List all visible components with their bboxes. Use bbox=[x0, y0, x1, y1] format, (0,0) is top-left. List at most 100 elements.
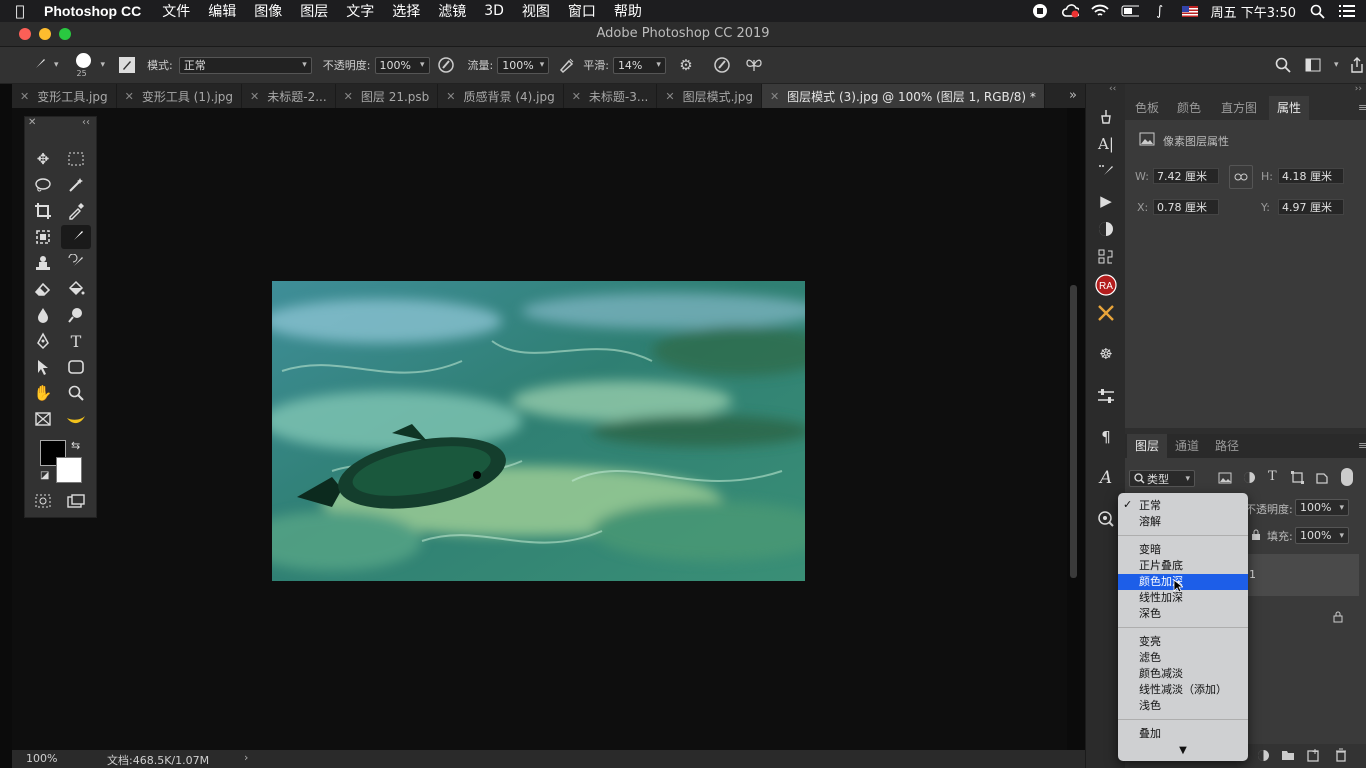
plugin-tools-cross-icon[interactable] bbox=[1093, 301, 1119, 325]
brush-size-picker[interactable]: 25 bbox=[73, 49, 97, 81]
type-tool-icon[interactable]: T bbox=[63, 330, 89, 352]
character-panel-icon[interactable]: A| bbox=[1093, 132, 1119, 156]
frame-tool-icon[interactable] bbox=[30, 226, 56, 248]
paint-bucket-tool-icon[interactable] bbox=[63, 278, 89, 300]
close-icon[interactable]: ✕ bbox=[446, 90, 455, 103]
screen-mode-icon[interactable] bbox=[63, 490, 89, 512]
document-tab[interactable]: ✕ 质感背景 (4).jpg bbox=[438, 84, 564, 108]
blend-option-normal[interactable]: 正常 bbox=[1118, 498, 1248, 514]
chevron-down-icon[interactable]: ▾ bbox=[101, 60, 106, 70]
pressure-size-icon[interactable] bbox=[710, 53, 734, 77]
status-menu-arrow-icon[interactable]: › bbox=[244, 751, 248, 764]
filter-shape-icon[interactable] bbox=[1291, 471, 1304, 487]
vertical-scrollbar[interactable] bbox=[1070, 285, 1077, 578]
glyphs-icon[interactable]: A bbox=[1093, 466, 1119, 490]
panel-menu-icon[interactable]: ≡ bbox=[1358, 101, 1366, 114]
blur-tool-icon[interactable] bbox=[30, 304, 56, 326]
adjustments-icon[interactable] bbox=[1093, 217, 1119, 241]
menu-select[interactable]: 选择 bbox=[383, 1, 429, 21]
document-tab-active[interactable]: ✕ 图层模式 (3).jpg @ 100% (图层 1, RGB/8) * bbox=[761, 84, 1045, 108]
collapse-icon[interactable]: ‹‹ bbox=[82, 117, 90, 128]
zoom-tool-icon[interactable] bbox=[63, 382, 89, 404]
menu-view[interactable]: 视图 bbox=[513, 1, 559, 21]
close-icon[interactable]: ✕ bbox=[28, 117, 36, 128]
menu-edit[interactable]: 编辑 bbox=[199, 1, 245, 21]
layer-filter-select[interactable]: 类型 ▾ bbox=[1129, 470, 1195, 487]
blend-option-multiply[interactable]: 正片叠底 bbox=[1118, 558, 1248, 574]
filter-type-icon[interactable]: T bbox=[1268, 469, 1277, 484]
close-icon[interactable]: ✕ bbox=[20, 90, 29, 103]
mode-select[interactable]: 正常 ▾ bbox=[178, 56, 312, 74]
zoom-level[interactable]: 100% bbox=[26, 752, 57, 765]
tab-properties[interactable]: 属性 bbox=[1269, 96, 1310, 120]
width-field[interactable]: 7.42 厘米 bbox=[1153, 168, 1219, 184]
document-tab[interactable]: ✕ 图层模式.jpg bbox=[657, 84, 762, 108]
tab-color[interactable]: 颜色 bbox=[1169, 96, 1209, 120]
document-tab[interactable]: ✕ 变形工具.jpg bbox=[12, 84, 117, 108]
symmetry-butterfly-icon[interactable] bbox=[742, 53, 766, 77]
blend-option-lighten[interactable]: 变亮 bbox=[1118, 634, 1248, 650]
share-icon[interactable] bbox=[1345, 53, 1366, 77]
history-icon[interactable] bbox=[1093, 245, 1119, 269]
tab-overflow-icon[interactable]: » bbox=[1069, 88, 1077, 103]
blend-option-darken[interactable]: 变暗 bbox=[1118, 542, 1248, 558]
collapse-icon[interactable]: ‹‹ bbox=[1109, 84, 1116, 94]
filter-adjustment-icon[interactable] bbox=[1243, 471, 1256, 487]
notification-center-icon[interactable] bbox=[1338, 4, 1356, 18]
apple-menu-icon[interactable]:  bbox=[0, 2, 40, 20]
height-field[interactable]: 4.18 厘米 bbox=[1278, 168, 1344, 184]
eraser-tool-icon[interactable] bbox=[30, 278, 56, 300]
plugin-ra-icon[interactable]: RA bbox=[1093, 273, 1119, 297]
close-icon[interactable]: ✕ bbox=[770, 90, 779, 103]
blend-option-darker-color[interactable]: 深色 bbox=[1118, 606, 1248, 622]
close-icon[interactable]: ✕ bbox=[344, 90, 353, 103]
chevron-down-icon[interactable]: ▾ bbox=[54, 60, 59, 70]
record-icon[interactable] bbox=[1031, 3, 1049, 19]
document-tab[interactable]: ✕ 未标题-3... bbox=[564, 84, 658, 108]
path-selection-tool-icon[interactable] bbox=[30, 356, 56, 378]
crop-tool-icon[interactable] bbox=[30, 200, 56, 222]
menu-layer[interactable]: 图层 bbox=[291, 1, 337, 21]
pen-tool-icon[interactable] bbox=[30, 330, 56, 352]
layer-opacity-field[interactable]: 100% ▾ bbox=[1295, 499, 1349, 516]
new-group-folder-icon[interactable] bbox=[1281, 749, 1295, 764]
blend-option-color-dodge[interactable]: 颜色减淡 bbox=[1118, 666, 1248, 682]
lasso-tool-icon[interactable] bbox=[30, 174, 56, 196]
document-tab[interactable]: ✕ 未标题-2... bbox=[242, 84, 336, 108]
opacity-field[interactable]: 100% ▾ bbox=[374, 56, 430, 74]
hand-tool-icon[interactable]: ✋ bbox=[30, 382, 56, 404]
brush-presets-icon[interactable] bbox=[1093, 105, 1119, 129]
brush-settings-icon[interactable] bbox=[1093, 160, 1119, 184]
pressure-opacity-icon[interactable] bbox=[434, 53, 458, 77]
tab-paths[interactable]: 路径 bbox=[1207, 434, 1247, 458]
banana-icon[interactable] bbox=[63, 408, 89, 430]
clone-stamp-tool-icon[interactable] bbox=[30, 252, 56, 274]
menu-type[interactable]: 文字 bbox=[337, 1, 383, 21]
airbrush-icon[interactable] bbox=[555, 53, 579, 77]
menu-file[interactable]: 文件 bbox=[153, 1, 199, 21]
properties-sliders-icon[interactable] bbox=[1093, 384, 1119, 408]
close-icon[interactable]: ✕ bbox=[665, 90, 674, 103]
magic-wand-tool-icon[interactable] bbox=[63, 174, 89, 196]
plugin-search-gear-icon[interactable] bbox=[1093, 507, 1119, 531]
rectangle-tool-icon[interactable] bbox=[63, 356, 89, 378]
marquee-tool-icon[interactable] bbox=[63, 148, 89, 170]
document-image[interactable] bbox=[272, 281, 805, 581]
brush-tool-preset-icon[interactable] bbox=[26, 53, 50, 77]
blend-option-lighter-color[interactable]: 浅色 bbox=[1118, 698, 1248, 714]
bluetooth-icon[interactable]: ∫ bbox=[1151, 4, 1169, 19]
spotlight-search-icon[interactable] bbox=[1308, 4, 1326, 19]
blend-option-linear-dodge[interactable]: 线性减淡（添加） bbox=[1118, 682, 1248, 698]
tab-histogram[interactable]: 直方图 bbox=[1213, 96, 1265, 120]
blend-option-dissolve[interactable]: 溶解 bbox=[1118, 514, 1248, 530]
background-color-swatch[interactable] bbox=[56, 457, 82, 483]
delete-layer-trash-icon[interactable] bbox=[1335, 748, 1347, 765]
battery-icon[interactable] bbox=[1121, 5, 1139, 17]
menu-3d[interactable]: 3D bbox=[475, 3, 513, 19]
wifi-icon[interactable] bbox=[1091, 4, 1109, 18]
scroll-down-arrow-icon[interactable]: ▼ bbox=[1118, 745, 1248, 756]
filter-toggle-switch[interactable] bbox=[1341, 468, 1353, 486]
menu-filter[interactable]: 滤镜 bbox=[429, 1, 475, 21]
brush-tool-icon[interactable] bbox=[61, 225, 91, 249]
chevron-down-icon[interactable]: ▾ bbox=[1334, 60, 1339, 70]
